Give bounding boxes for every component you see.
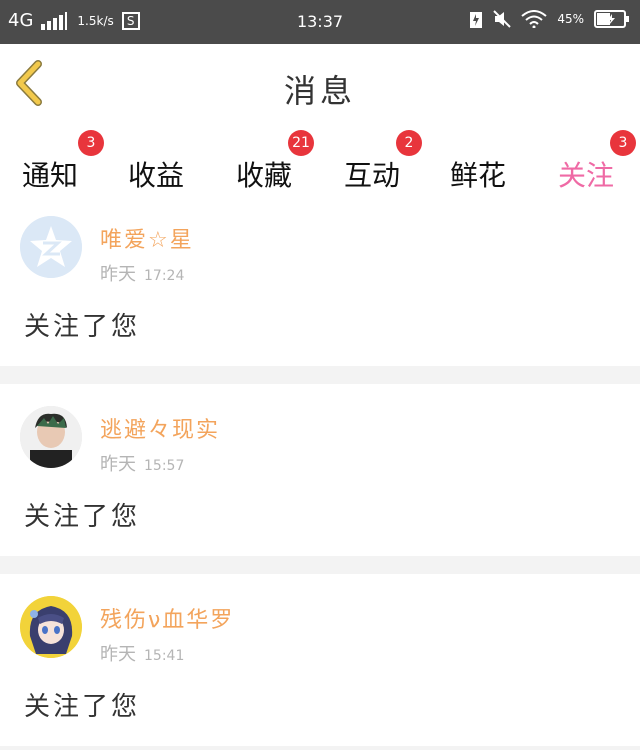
time-label: 17:24 xyxy=(144,268,185,284)
tab-earnings[interactable]: 收益 xyxy=(106,136,206,192)
tab-label: 鲜花 xyxy=(450,159,507,192)
divider xyxy=(0,366,640,384)
badge-count: 3 xyxy=(610,130,636,156)
list-item[interactable]: 逃避々现实 昨天 15:57 关注了您 xyxy=(0,384,640,556)
username-link[interactable]: 逃避々现实 xyxy=(100,412,220,444)
list-item[interactable]: 残伤ν血华罗 昨天 15:41 关注了您 xyxy=(0,574,640,746)
avatar[interactable] xyxy=(20,406,82,468)
list-item[interactable]: 唯爱☆星 昨天 17:24 关注了您 xyxy=(0,194,640,366)
avatar[interactable] xyxy=(20,596,82,658)
tab-notifications[interactable]: 通知 3 xyxy=(0,130,104,192)
message-text: 关注了您 xyxy=(24,502,141,532)
divider xyxy=(0,556,640,574)
tab-label: 收益 xyxy=(128,159,185,192)
username-link[interactable]: 残伤ν血华罗 xyxy=(100,602,234,634)
battery-icon xyxy=(594,10,629,28)
status-right: 45% xyxy=(469,10,630,28)
tab-label: 关注 xyxy=(558,159,615,192)
tab-label: 互动 xyxy=(344,159,401,192)
divider xyxy=(0,746,640,750)
battery-saver-icon xyxy=(470,12,483,28)
badge-count: 21 xyxy=(288,130,314,156)
timestamp: 昨天 15:57 xyxy=(100,450,184,476)
day-label: 昨天 xyxy=(100,454,136,475)
time-label: 15:41 xyxy=(144,648,185,664)
tab-label: 收藏 xyxy=(236,159,293,192)
badge-count: 2 xyxy=(396,130,422,156)
day-label: 昨天 xyxy=(100,644,136,665)
timestamp: 昨天 17:24 xyxy=(100,260,184,286)
user-photo-icon xyxy=(20,406,82,468)
message-text: 关注了您 xyxy=(24,312,141,342)
status-bar: 4G 1.5k/s S 13:37 45% xyxy=(0,0,640,44)
time-label: 15:57 xyxy=(144,458,185,474)
battery-percent: 45% xyxy=(557,12,584,26)
mute-icon xyxy=(493,10,512,28)
app-header: 消息 xyxy=(0,44,640,123)
day-label: 昨天 xyxy=(100,264,136,285)
tab-bar: 通知 3 收益 收藏 21 互动 2 鲜花 关注 3 xyxy=(0,122,640,200)
badge-count: 3 xyxy=(78,130,104,156)
username-link[interactable]: 唯爱☆星 xyxy=(100,222,194,254)
tab-flowers[interactable]: 鲜花 xyxy=(428,136,528,192)
timestamp: 昨天 15:41 xyxy=(100,640,184,666)
tab-favorites[interactable]: 收藏 21 xyxy=(214,130,314,192)
avatar[interactable] xyxy=(20,216,82,278)
wifi-icon xyxy=(521,10,547,28)
qq-zone-logo-icon xyxy=(20,216,82,278)
tab-following[interactable]: 关注 3 xyxy=(536,130,636,200)
message-text: 关注了您 xyxy=(24,692,141,722)
tab-label: 通知 xyxy=(22,159,79,192)
tab-interactions[interactable]: 互动 2 xyxy=(322,130,422,192)
anime-avatar-icon xyxy=(20,596,82,658)
page-title: 消息 xyxy=(283,72,356,110)
